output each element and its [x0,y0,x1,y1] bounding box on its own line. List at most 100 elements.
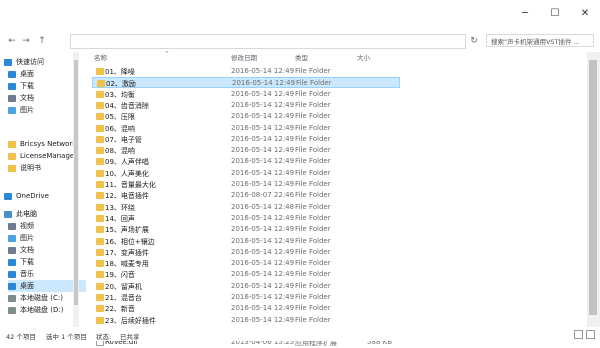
cloud-icon [4,192,12,200]
file-type: File Folder [296,79,332,88]
sidebar-item-label: OneDrive [16,192,49,200]
file-row[interactable]: 18、喊麦专用 2016-05-14 12:49 File Folder [92,258,400,269]
forward-button[interactable]: → [20,34,32,48]
document-icon [8,94,16,102]
folder-icon [96,192,104,200]
sidebar-item[interactable]: 此电脑 [4,208,82,220]
file-date: 2016-05-14 12:49 [231,100,295,109]
sidebar-item-label: 此电脑 [16,210,37,218]
file-row[interactable]: 17、变声插件 2016-05-14 12:49 File Folder [92,247,400,258]
file-date: 2016-05-14 12:49 [231,112,295,121]
close-button[interactable]: ✕ [570,0,600,26]
column-header-name[interactable]: 名称 ⌃ [94,50,170,62]
file-row[interactable]: 01、降噪 2016-05-14 12:49 File Folder [92,66,400,77]
sidebar-item-label: 桌面 [20,282,34,290]
sidebar-item-label: 快速访问 [16,58,44,66]
file-row[interactable]: 05、压限 2016-05-14 12:49 File Folder [92,111,400,122]
sidebar-scroll-thumb[interactable] [74,60,78,305]
file-row[interactable]: 03、均衡 2016-05-14 12:49 File Folder [92,89,400,100]
details-view-button[interactable] [574,330,583,339]
file-list: 名称 ⌃ 修改日期 类型 大小 01、降噪 2016-05-14 12:49 Fil… [88,48,600,347]
column-header-size[interactable]: 大小 [357,52,370,62]
column-header-date[interactable]: 修改日期 [231,52,257,62]
file-row[interactable]: 11、音量最大化 2016-05-14 12:49 File Folder [92,179,400,190]
file-type: File Folder [295,304,331,313]
file-name: 22、新音 [105,305,135,314]
file-name: 09、人声伴唱 [105,158,149,167]
file-row[interactable]: 20、留声机 2016-05-14 12:49 File Folder [92,281,400,292]
sidebar-item[interactable]: OneDrive [4,190,82,202]
minimize-button[interactable]: ─ [510,0,540,26]
file-row[interactable]: 07、电子管 2016-05-14 12:49 File Folder [92,134,400,145]
large-icons-view-button[interactable] [586,330,595,339]
file-row[interactable]: 23、后续好插件 2016-05-14 12:49 File Folder [92,315,400,326]
file-name: 20、留声机 [105,282,142,291]
file-date: 2016-05-14 12:49 [231,134,295,143]
file-row[interactable]: 13、环绕 2016-05-14 12:48 File Folder [92,202,400,213]
sidebar-item-label: 下载 [20,258,34,266]
file-row[interactable]: 10、人声美化 2016-05-14 12:49 File Folder [92,168,400,179]
file-row[interactable]: 06、混响 2016-05-14 12:49 File Folder [92,123,400,134]
file-name: 03、均衡 [105,90,135,99]
download-icon [8,258,16,266]
folder-icon [96,101,104,109]
file-name: 05、压限 [105,113,135,122]
navigation-pane: 快速访问 桌面✎下载✎文档✎图片✎Bricsys NetworkLicenseM… [0,52,86,327]
file-name: 16、相位+镶边 [105,237,155,246]
folder-icon [96,260,104,268]
folder-icon [96,294,104,301]
state-label: 状态: [96,333,112,341]
file-row[interactable]: 12、电音插件 2016-08-07 22:46 File Folder [92,190,400,201]
file-type: File Folder [295,270,331,279]
file-row[interactable]: 19、闪音 2016-05-14 12:49 File Folder [92,269,400,280]
file-date: 2016-05-14 12:49 [232,79,296,88]
file-date: 2016-05-14 12:49 [231,293,295,301]
file-date: 2016-05-14 12:48 [231,202,295,211]
back-arrow-icon: ← [8,36,16,46]
folder-icon [96,124,104,132]
file-row[interactable]: 15、声场扩展 2016-05-14 12:49 File Folder [92,224,400,235]
folder-icon [96,305,104,313]
folder-icon [96,203,104,211]
drive-icon [8,306,16,314]
file-row[interactable]: 04、齿音消除 2016-05-14 12:49 File Folder [92,100,400,111]
file-type: File Folder [295,146,331,155]
file-date: 2016-08-07 22:46 [231,191,295,200]
refresh-button[interactable]: ↻ [468,34,480,48]
sidebar-quick-access[interactable]: 快速访问 [4,56,82,68]
status-bar: 42 个项目 选中 1 个项目 状态: 已共享 [0,328,600,341]
back-button[interactable]: ← [6,34,18,48]
column-header-type[interactable]: 类型 [295,52,308,62]
file-row[interactable]: 14、回声 2016-05-14 12:49 File Folder [92,213,400,224]
file-name: 11、音量最大化 [105,181,156,189]
up-arrow-icon: ↑ [38,36,46,46]
file-row[interactable]: 09、人声伴唱 2016-05-14 12:49 File Folder [92,156,400,167]
picture-icon [8,234,16,242]
file-type: File Folder [295,157,331,166]
search-input[interactable]: 搜索"声卡机架通用VST插件 ... [486,34,594,47]
up-button[interactable]: ↑ [36,34,48,48]
file-name: 13、环绕 [105,203,135,212]
file-row[interactable]: 21、混音台 2016-05-14 12:49 File Folder [92,292,400,303]
address-bar[interactable] [70,34,466,49]
maximize-button[interactable]: ☐ [540,0,570,26]
folder-icon [96,282,104,290]
file-list-scroll-thumb[interactable] [589,60,597,315]
folder-icon [96,68,104,75]
file-row[interactable]: 16、相位+镶边 2016-05-14 12:49 File Folder [92,236,400,247]
document-icon [8,246,16,254]
folder-icon [96,135,104,143]
file-date: 2016-05-14 12:49 [231,225,295,234]
file-row[interactable]: 08、混响 2016-05-14 12:49 File Folder [92,145,400,156]
file-row[interactable]: 22、新音 2016-05-14 12:49 File Folder [92,303,400,314]
sidebar-item-label: Bricsys Network [20,140,77,148]
folder-icon [8,140,16,148]
file-row[interactable]: 02、激励 2016-05-14 12:49 File Folder [92,77,400,89]
sidebar-item-label: 音乐 [20,270,34,278]
file-date: 2016-05-14 12:49 [231,67,295,75]
folder-icon [96,181,104,188]
sidebar-item-label: 本地磁盘 (D:) [20,306,64,314]
file-type: File Folder [295,213,331,222]
file-type: File Folder [295,168,331,177]
refresh-icon: ↻ [470,36,478,46]
